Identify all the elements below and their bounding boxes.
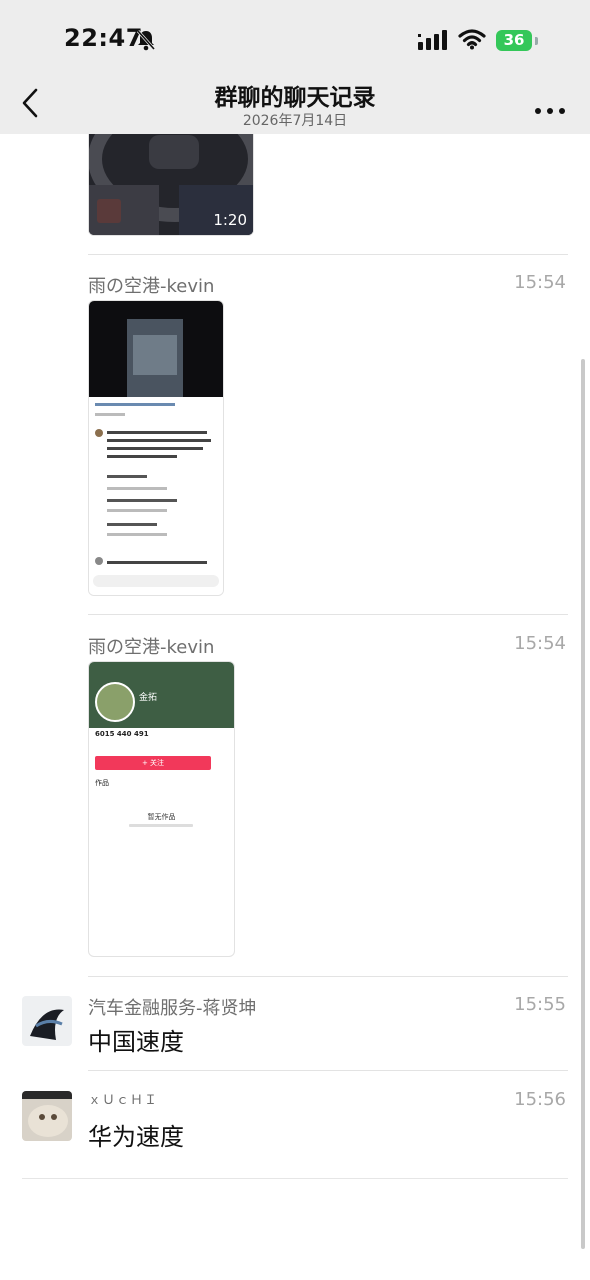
profile-avatar [95, 682, 135, 722]
sender-name: 雨の空港-kevin [88, 637, 215, 658]
battery-tip [535, 37, 538, 45]
message-divider [88, 1070, 568, 1071]
cellular-signal-icon [418, 30, 450, 54]
avatar[interactable] [22, 996, 72, 1046]
sender-name: ｘＵｃＨＩ [88, 1093, 159, 1108]
battery-indicator: 36 [496, 30, 532, 51]
message-time: 15:54 [514, 633, 566, 654]
message-divider [88, 614, 568, 615]
message-text: 中国速度 [88, 1028, 184, 1056]
scrollbar[interactable] [581, 359, 585, 1249]
image-thumbnail[interactable] [88, 300, 224, 596]
end-divider [22, 1178, 568, 1179]
image-thumbnail[interactable]: 金拓 6015 440 491 + 关注 作品 暂无作品 [88, 661, 235, 957]
sender-name: 汽车金融服务-蒋贤坤 [88, 998, 257, 1019]
message-divider [88, 254, 568, 255]
message-time: 15:54 [514, 272, 566, 293]
sender-name: 雨の空港-kevin [88, 276, 215, 297]
empty-works-text: 暂无作品 [147, 813, 176, 821]
more-options-icon[interactable] [534, 100, 566, 119]
works-tab: 作品 [95, 779, 109, 787]
status-bar: 22:47 36 [0, 0, 590, 80]
video-thumbnail[interactable]: 1:20 [88, 134, 254, 236]
message-text: 华为速度 [88, 1123, 184, 1151]
bell-muted-icon [136, 29, 156, 55]
page-subtitle-date: 2026年7月14日 [242, 113, 348, 129]
profile-name: 金拓 [139, 693, 158, 703]
video-duration: 1:20 [213, 211, 247, 229]
placeholder-line [129, 824, 193, 827]
message-time: 15:55 [514, 994, 566, 1015]
avatar[interactable] [22, 1091, 72, 1141]
status-time: 22:47 [64, 24, 143, 52]
page-title: 群聊的聊天记录 [214, 85, 376, 111]
message-time: 15:56 [514, 1089, 566, 1110]
message-divider [88, 976, 568, 977]
chat-history-list[interactable]: 1:20 雨の空港-kevin 15:54 雨の空港-kevin 15:54 金… [0, 134, 590, 1280]
profile-stats: 6015 440 491 [95, 730, 149, 738]
follow-button: + 关注 [95, 756, 211, 770]
screenshot-comments-image [89, 301, 223, 595]
wifi-icon [458, 28, 486, 54]
nav-bar: 群聊的聊天记录 2026年7月14日 [0, 80, 590, 134]
